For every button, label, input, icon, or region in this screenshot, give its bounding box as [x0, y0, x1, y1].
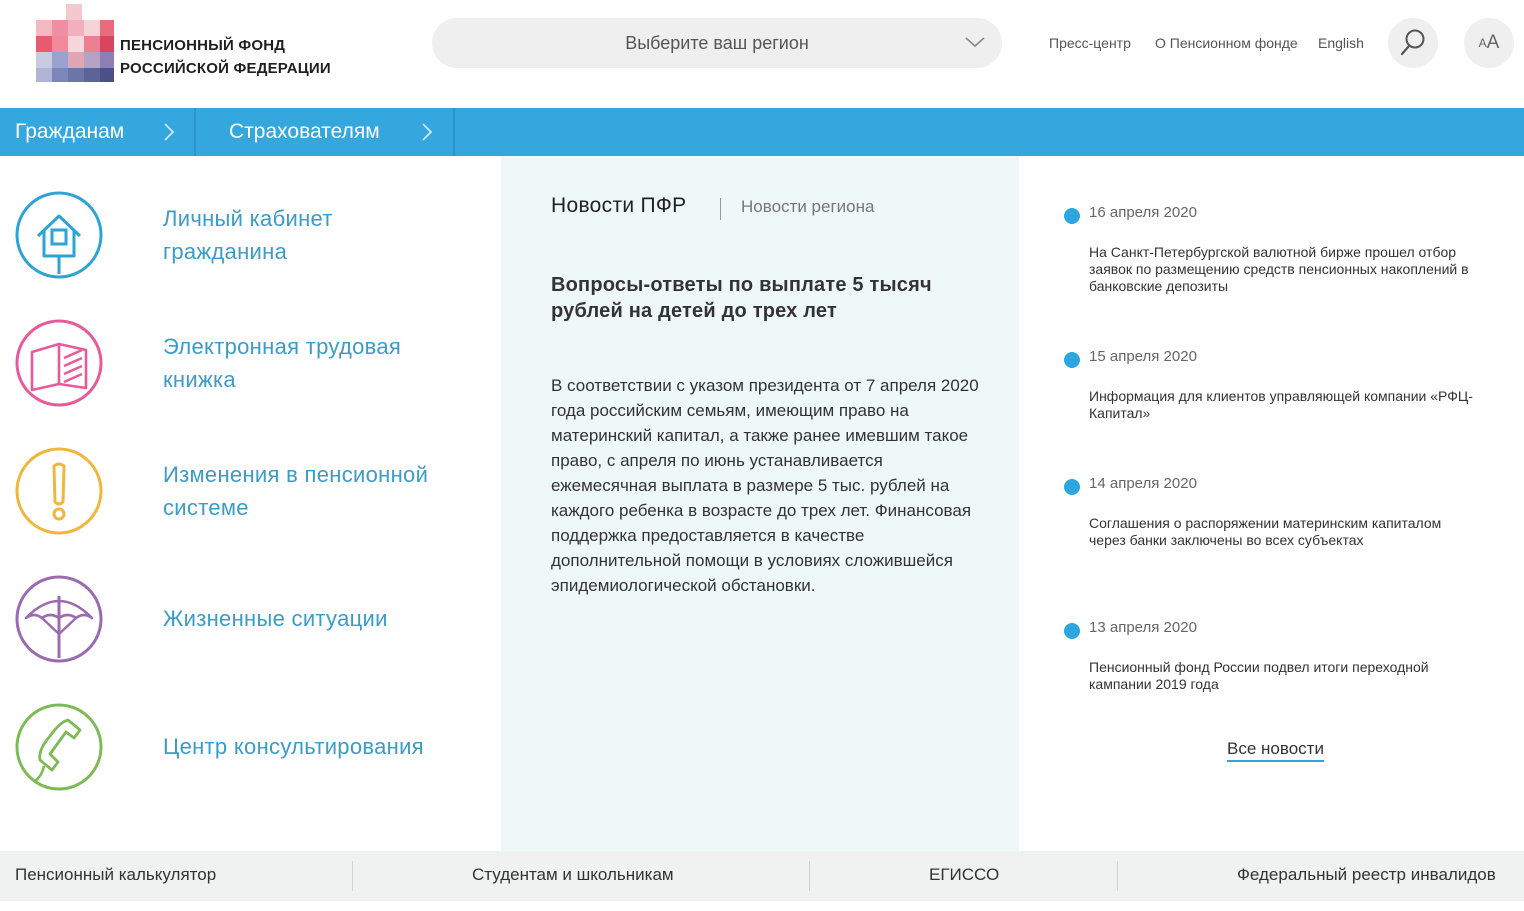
search-icon — [1400, 29, 1425, 56]
nav-insurers-label: Страхователям — [229, 120, 380, 143]
all-news-link[interactable]: Все новости — [1227, 739, 1324, 762]
chevron-down-icon — [965, 37, 985, 48]
nav-citizens-label: Гражданам — [15, 120, 125, 143]
news-date: 13 апреля 2020 — [1089, 619, 1197, 636]
about-fund-link[interactable]: О Пенсионном фонде — [1155, 35, 1298, 51]
house-icon — [15, 191, 103, 279]
service-personal-account[interactable]: Личный кабинет гражданина — [0, 190, 470, 290]
tab-divider — [720, 198, 721, 220]
font-size-small-glyph: A — [1478, 36, 1487, 50]
region-select-label: Выберите ваш регион — [625, 32, 809, 53]
service-electronic-workbook[interactable]: Электронная трудовая книжка — [0, 318, 470, 418]
news-bullet-icon — [1064, 623, 1080, 639]
news-title[interactable]: На Санкт-Петербургской валютной бирже пр… — [1089, 244, 1479, 295]
font-size-button[interactable]: A A — [1464, 18, 1514, 68]
footer-links-bar: Пенсионный калькулятор Студентам и школь… — [0, 851, 1524, 901]
service-life-situations[interactable]: Жизненные ситуации — [0, 574, 470, 674]
service-consultation-center[interactable]: Центр консультирования — [0, 702, 470, 802]
news-date: 15 апреля 2020 — [1089, 348, 1197, 365]
featured-news-panel: Новости ПФР Новости региона Вопросы-отве… — [501, 156, 1019, 851]
chevron-right-icon — [422, 123, 433, 141]
service-label: Изменения в пенсионной системе — [163, 462, 429, 520]
students-link[interactable]: Студентам и школьникам — [472, 865, 674, 885]
main-nav: Гражданам Страхователям — [0, 108, 1524, 156]
footer-divider — [809, 861, 810, 891]
umbrella-icon — [15, 575, 103, 663]
news-title[interactable]: Информация для клиентов управляющей комп… — [1089, 388, 1479, 422]
nav-citizens[interactable]: Гражданам — [15, 108, 124, 156]
news-bullet-icon — [1064, 352, 1080, 368]
news-bullet-icon — [1064, 208, 1080, 224]
news-title[interactable]: Пенсионный фонд России подвел итоги пере… — [1089, 659, 1479, 693]
chevron-right-icon — [164, 123, 175, 141]
exclamation-icon — [15, 447, 103, 535]
service-label: Центр консультирования — [163, 734, 424, 759]
book-icon — [15, 319, 103, 407]
pfr-logo[interactable] — [36, 4, 114, 82]
press-center-link[interactable]: Пресс-центр — [1049, 35, 1131, 51]
service-label: Электронная трудовая книжка — [163, 334, 402, 392]
egisso-link[interactable]: ЕГИССО — [929, 865, 999, 885]
search-button[interactable] — [1388, 18, 1438, 68]
tab-pfr-news[interactable]: Новости ПФР — [551, 194, 687, 218]
region-select[interactable]: Выберите ваш регион — [432, 18, 1002, 68]
article-title[interactable]: Вопросы-ответы по выплате 5 тысяч рублей… — [551, 272, 981, 324]
english-link[interactable]: English — [1318, 35, 1364, 51]
nav-divider — [194, 108, 196, 156]
news-title[interactable]: Соглашения о распоряжении материнским ка… — [1089, 515, 1479, 549]
service-pension-changes[interactable]: Изменения в пенсионной системе — [0, 446, 470, 546]
nav-divider — [453, 108, 455, 156]
service-label: Жизненные ситуации — [163, 606, 388, 631]
article-body: В соответствии с указом президента от 7 … — [551, 376, 979, 595]
logo-text[interactable]: ПЕНСИОННЫЙ ФОНД РОССИЙСКОЙ ФЕДЕРАЦИИ — [120, 34, 331, 80]
logo-line-1: ПЕНСИОННЫЙ ФОНД — [120, 37, 286, 54]
nav-insurers[interactable]: Страхователям — [229, 108, 380, 156]
footer-divider — [1117, 861, 1118, 891]
logo-line-2: РОССИЙСКОЙ ФЕДЕРАЦИИ — [120, 60, 331, 77]
pension-calculator-link[interactable]: Пенсионный калькулятор — [15, 865, 216, 885]
footer-divider — [352, 861, 353, 891]
font-size-big-glyph: A — [1486, 32, 1500, 53]
news-bullet-icon — [1064, 479, 1080, 495]
phone-icon — [15, 703, 103, 791]
news-date: 16 апреля 2020 — [1089, 204, 1197, 221]
news-date: 14 апреля 2020 — [1089, 475, 1197, 492]
tab-region-news[interactable]: Новости региона — [741, 197, 874, 217]
service-label: Личный кабинет гражданина — [163, 206, 333, 264]
site-header: ПЕНСИОННЫЙ ФОНД РОССИЙСКОЙ ФЕДЕРАЦИИ Выб… — [0, 0, 1524, 108]
disabled-registry-link[interactable]: Федеральный реестр инвалидов — [1237, 865, 1496, 885]
